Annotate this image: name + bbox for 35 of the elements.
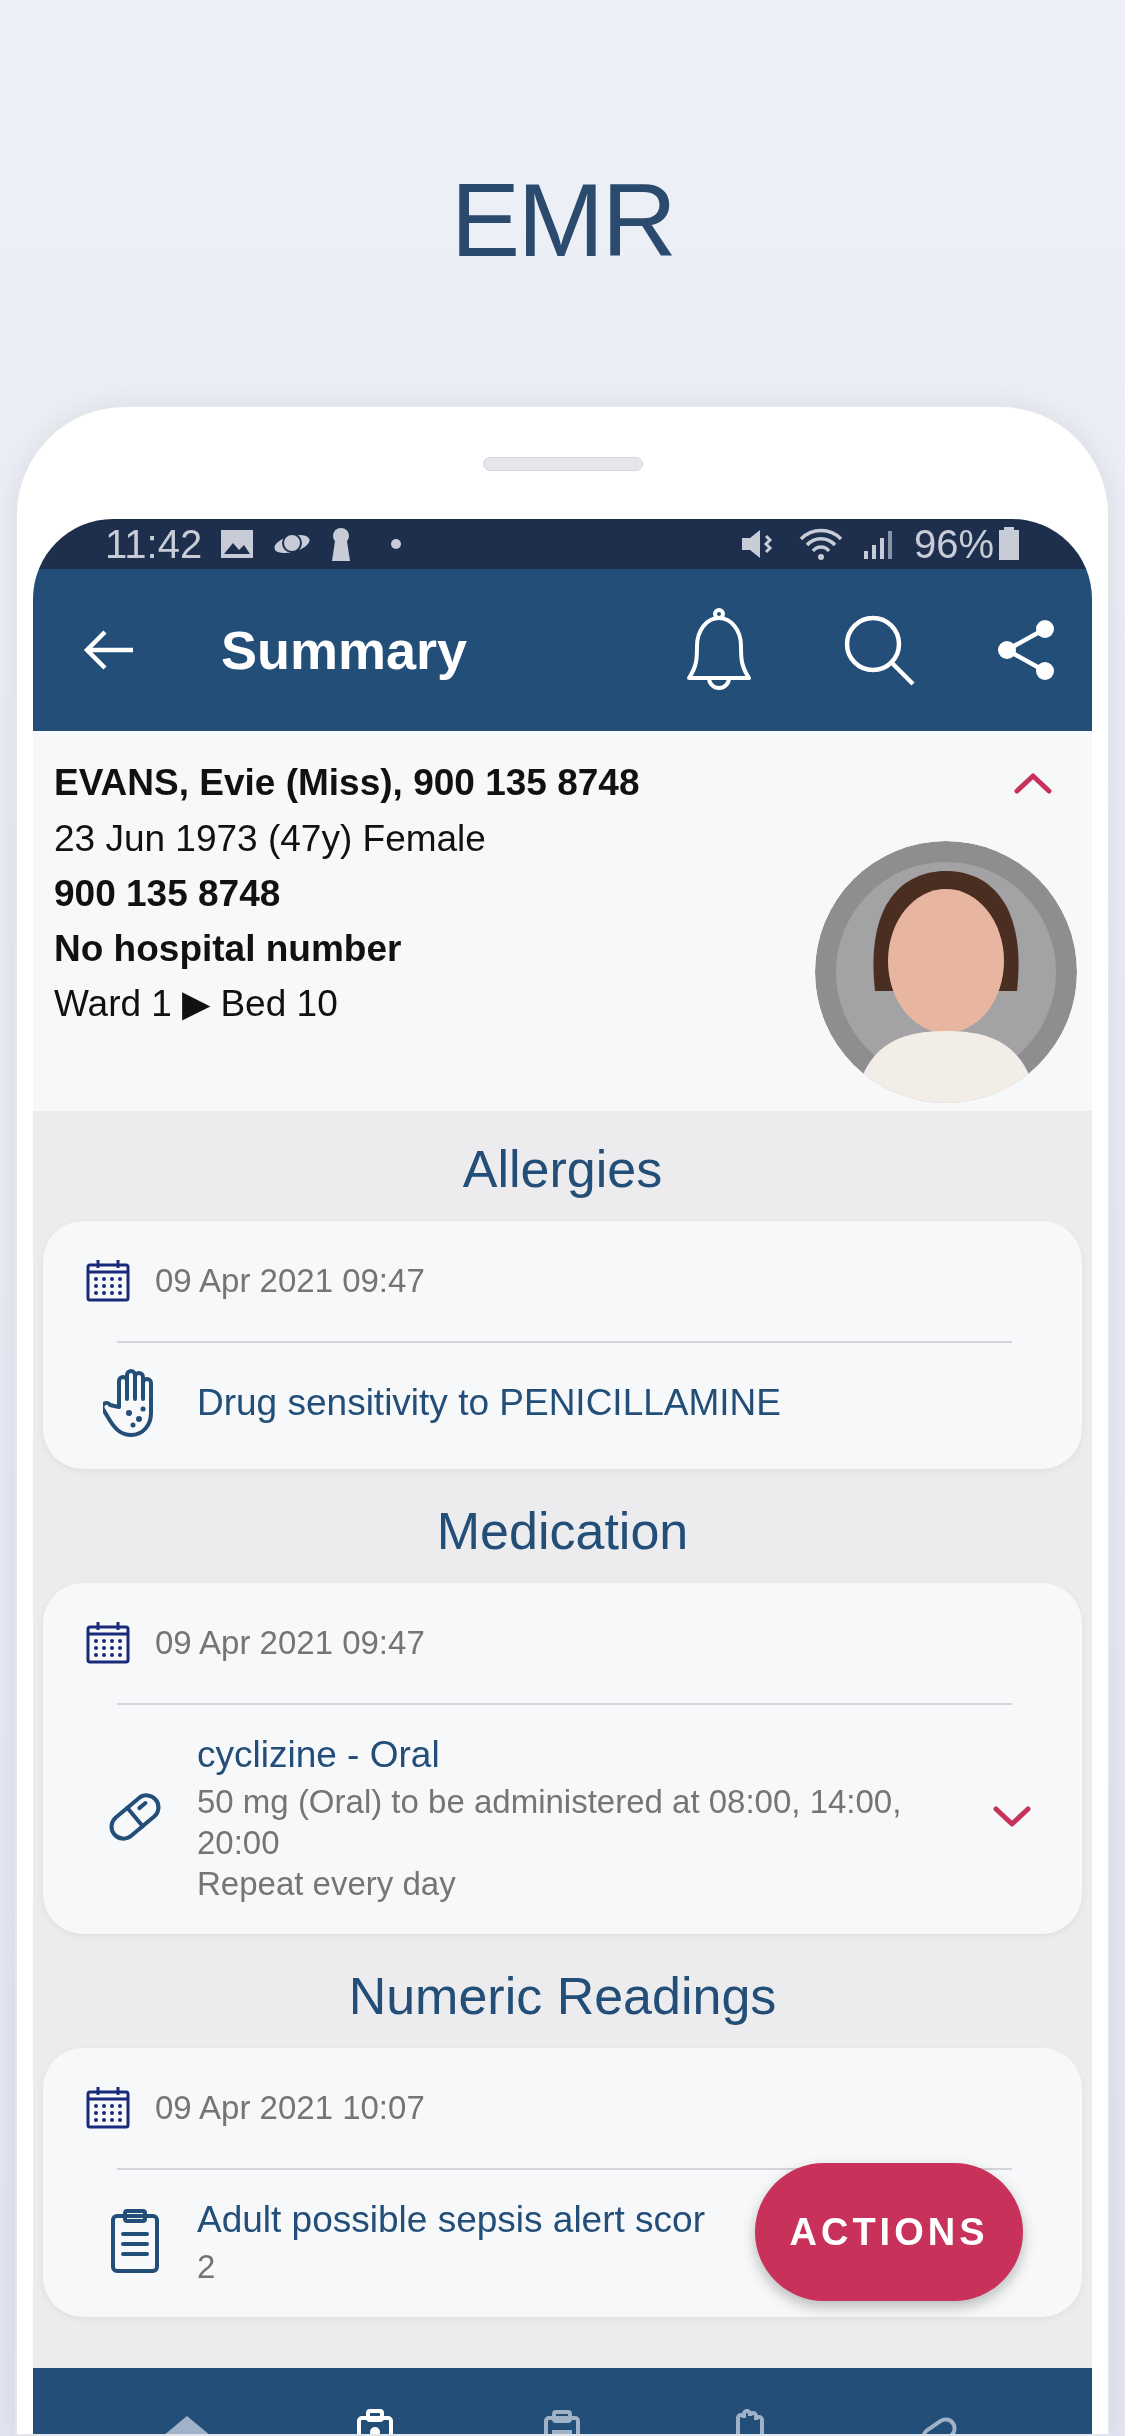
entry-detail: 2 <box>197 2247 217 2287</box>
dot-icon <box>390 538 403 550</box>
entry-date: 09 Apr 2021 10:07 <box>155 2088 425 2129</box>
screen-title: Summary <box>221 618 468 682</box>
entry-date: 09 Apr 2021 09:47 <box>155 1623 425 1664</box>
entry-detail: 50 mg (Oral) to be administered at 08:00, 14:00, 20:00 <box>197 1782 903 1863</box>
patient-detail: No hospital number <box>54 927 403 971</box>
back-arrow-icon[interactable] <box>83 628 135 672</box>
patient-detail: Ward 1 ▶ Bed 10 <box>54 982 339 1026</box>
page-title: EMR <box>450 161 675 280</box>
calendar-icon <box>85 1620 131 1666</box>
entry-detail: Repeat every day <box>197 1864 457 1904</box>
clipboard-icon <box>109 2207 161 2274</box>
wifi-icon <box>797 527 844 561</box>
calendar-icon <box>85 1258 131 1304</box>
entry-title: Drug sensitivity to PENICILLAMINE <box>197 1381 781 1425</box>
section-heading: Medication <box>435 1501 690 1562</box>
entry-title: cyclizine - Oral <box>197 1733 440 1777</box>
entry-date: 09 Apr 2021 09:47 <box>155 1261 425 1302</box>
patient-name: EVANS, Evie (Miss), 900 135 8748 <box>54 761 641 805</box>
battery-percent: 96% <box>913 524 994 564</box>
patient-detail: 900 135 8748 <box>54 872 282 916</box>
share-icon[interactable] <box>995 618 1057 682</box>
section-heading: Allergies <box>461 1139 664 1200</box>
patient-detail: 23 Jun 1973 (47y) Female <box>54 817 487 861</box>
entry-title: Adult possible sepsis alert scor <box>197 2198 705 2242</box>
calendar-icon <box>85 2085 131 2131</box>
actions-button[interactable]: ACTIONS <box>755 2163 1023 2301</box>
section-heading: Numeric Readings <box>347 1966 778 2027</box>
collapse-chevron-icon[interactable] <box>1013 771 1053 795</box>
keyhole-icon <box>330 527 353 561</box>
expand-chevron-icon[interactable] <box>992 1804 1032 1829</box>
battery-icon <box>998 527 1020 561</box>
image-icon <box>220 529 255 559</box>
status-time: 11:42 <box>105 524 203 564</box>
